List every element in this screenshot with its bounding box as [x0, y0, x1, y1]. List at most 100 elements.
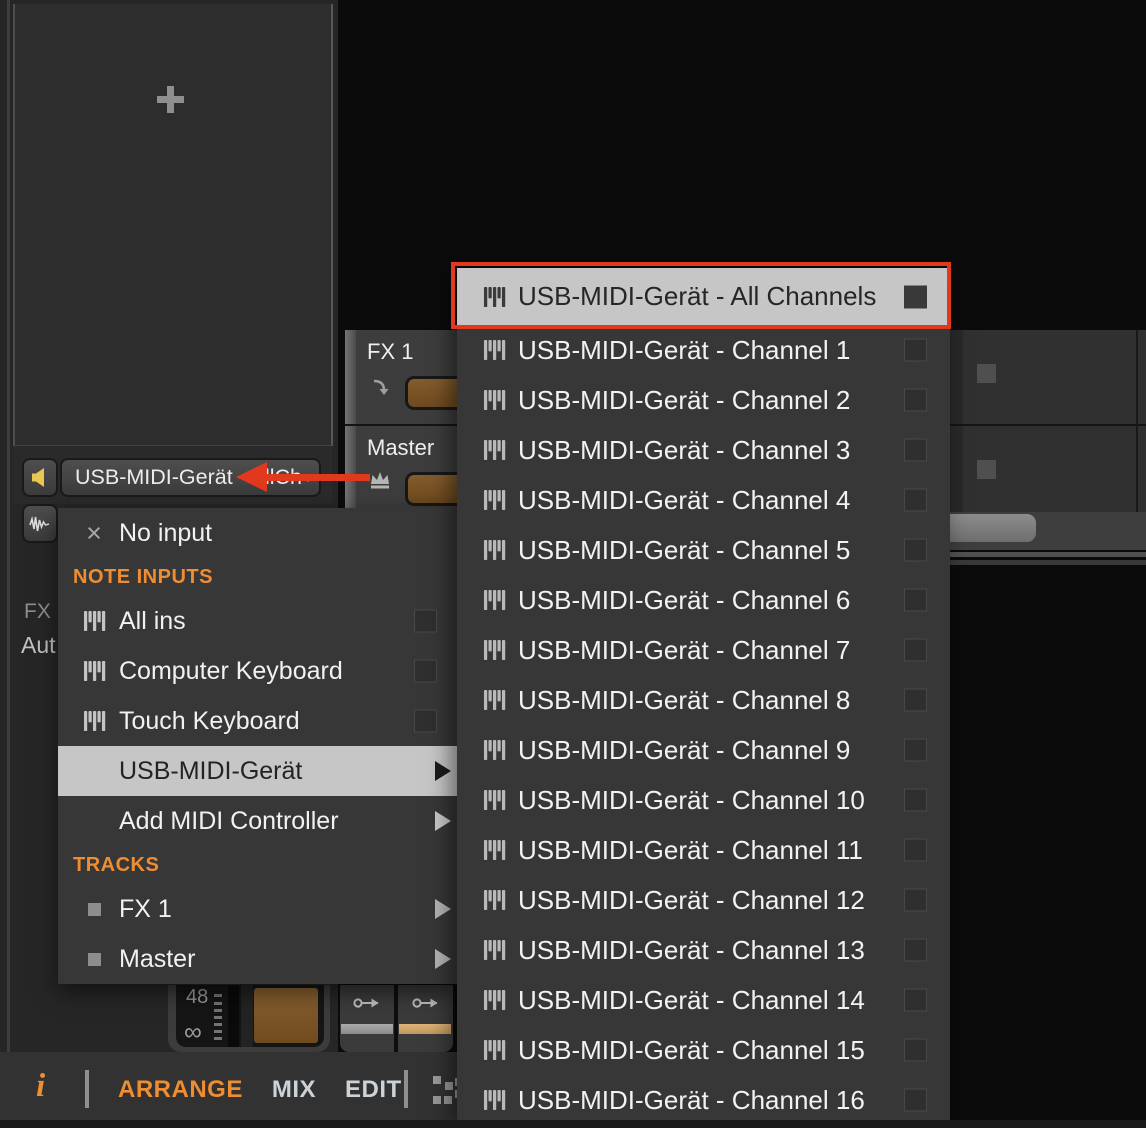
clip-slot[interactable] [977, 364, 996, 383]
fader-scale-bottom-value: ∞ [184, 1018, 202, 1047]
channel-checkbox[interactable] [904, 989, 927, 1012]
submenu-item[interactable]: USB-MIDI-Gerät - Channel 16 [457, 1075, 950, 1122]
fader-tick [214, 1016, 222, 1019]
channel-checkbox[interactable] [904, 789, 927, 812]
submenu-item[interactable]: USB-MIDI-Gerät - Channel 10 [457, 775, 950, 825]
submenu-item[interactable]: USB-MIDI-Gerät - Channel 2 [457, 375, 950, 425]
fader-scale-top-value: 48 [186, 986, 208, 1009]
bitwig-window: USB-MIDI-Gerät - AllCh FX 1 Aut FX 1 [0, 0, 1146, 1128]
annotation-arrow [258, 474, 370, 481]
menu-item-label: USB-MIDI-Gerät [119, 757, 302, 786]
fader-tick [214, 1023, 222, 1026]
submenu-arrow-icon [435, 761, 451, 781]
menu-item[interactable]: Computer Keyboard [58, 646, 457, 696]
routing-panel-a[interactable] [340, 985, 394, 1052]
clip-slot[interactable] [977, 460, 996, 479]
channel-checkbox[interactable] [904, 739, 927, 762]
menu-item-checkbox[interactable] [414, 610, 437, 633]
device-panel-empty[interactable] [13, 4, 333, 446]
submenu-item-label: USB-MIDI-Gerät - Channel 15 [518, 1035, 865, 1066]
lane-divider [1136, 330, 1138, 424]
channel-checkbox[interactable] [904, 889, 927, 912]
piano-icon [483, 389, 506, 411]
channel-checkbox[interactable] [904, 339, 927, 362]
menu-item[interactable]: ×No input [58, 508, 457, 558]
speaker-icon [32, 468, 48, 487]
piano-icon [483, 939, 506, 961]
routing-panel-b[interactable] [398, 985, 453, 1052]
audio-output-button[interactable] [22, 458, 58, 497]
submenu-item[interactable]: USB-MIDI-Gerät - Channel 13 [457, 925, 950, 975]
channel-checkbox[interactable] [904, 689, 927, 712]
submenu-item-label: USB-MIDI-Gerät - Channel 14 [518, 985, 865, 1016]
submenu-item[interactable]: USB-MIDI-Gerät - Channel 15 [457, 1025, 950, 1075]
no-input-x-icon: × [82, 521, 106, 545]
menu-section-label: TRACKS [73, 854, 159, 877]
waveform-icon [29, 514, 51, 534]
submenu-item[interactable]: USB-MIDI-Gerät - Channel 3 [457, 425, 950, 475]
submenu-item[interactable]: USB-MIDI-Gerät - Channel 14 [457, 975, 950, 1025]
channel-checkbox[interactable] [904, 489, 927, 512]
piano-icon [483, 839, 506, 861]
piano-icon [482, 588, 506, 612]
tab-arrange[interactable]: ARRANGE [118, 1076, 243, 1104]
menu-item-label: FX 1 [119, 895, 172, 924]
submenu-item[interactable]: USB-MIDI-Gerät - Channel 1 [457, 325, 950, 375]
menu-section-header: NOTE INPUTS [58, 558, 457, 596]
submenu-item[interactable]: USB-MIDI-Gerät - Channel 7 [457, 625, 950, 675]
menu-item-label: Touch Keyboard [119, 707, 300, 736]
piano-icon [483, 489, 506, 511]
submenu-item[interactable]: USB-MIDI-Gerät - Channel 4 [457, 475, 950, 525]
submenu-item-label: USB-MIDI-Gerät - Channel 4 [518, 485, 850, 516]
piano-icon [483, 1039, 506, 1061]
submenu-item[interactable]: USB-MIDI-Gerät - Channel 5 [457, 525, 950, 575]
menu-item[interactable]: Master [58, 934, 457, 984]
submenu-item[interactable]: USB-MIDI-Gerät - Channel 12 [457, 875, 950, 925]
tab-edit[interactable]: EDIT [345, 1076, 402, 1104]
menu-item-checkbox[interactable] [414, 660, 437, 683]
device-panel-partial-label: Aut [21, 632, 56, 659]
menu-item[interactable]: Add MIDI Controller [58, 796, 457, 846]
submenu-item[interactable]: USB-MIDI-Gerät - Channel 8 [457, 675, 950, 725]
submenu-item[interactable]: USB-MIDI-Gerät - Channel 6 [457, 575, 950, 625]
window-bottom-edge [0, 1120, 1146, 1128]
channel-checkbox[interactable] [904, 1089, 927, 1112]
piano-icon [83, 610, 106, 632]
piano-icon [483, 889, 506, 911]
submenu-item[interactable]: USB-MIDI-Gerät - Channel 9 [457, 725, 950, 775]
panel-edge-divider [7, 0, 10, 1052]
piano-icon [482, 538, 506, 562]
menu-item-label: Master [119, 945, 195, 974]
channel-checkbox[interactable] [904, 539, 927, 562]
channel-checkbox[interactable] [904, 389, 927, 412]
audio-input-button[interactable] [22, 504, 58, 543]
piano-icon [82, 709, 106, 733]
piano-icon [482, 788, 506, 812]
meter-strip [241, 985, 253, 1047]
channel-checkbox[interactable] [904, 439, 927, 462]
channel-checkbox[interactable] [904, 1039, 927, 1062]
routing-meter-bar [341, 1024, 393, 1034]
piano-icon [483, 989, 506, 1011]
menu-item[interactable]: USB-MIDI-Gerät [58, 746, 457, 796]
menu-item[interactable]: Touch Keyboard [58, 696, 457, 746]
menu-item-label: Add MIDI Controller [119, 807, 339, 836]
annotation-highlight-box [451, 262, 951, 329]
info-button[interactable]: i [36, 1068, 45, 1105]
menu-item[interactable]: All ins [58, 596, 457, 646]
submenu-item-label: USB-MIDI-Gerät - Channel 13 [518, 935, 865, 966]
piano-icon [482, 938, 506, 962]
volume-fader-handle[interactable] [254, 988, 318, 1043]
fader-tick [214, 1037, 222, 1040]
menu-item-checkbox[interactable] [414, 710, 437, 733]
channel-checkbox[interactable] [904, 939, 927, 962]
piano-icon [482, 988, 506, 1012]
menu-item[interactable]: FX 1 [58, 884, 457, 934]
channel-checkbox[interactable] [904, 639, 927, 662]
channel-checkbox[interactable] [904, 839, 927, 862]
channel-checkbox[interactable] [904, 589, 927, 612]
piano-icon [482, 338, 506, 362]
tab-mix[interactable]: MIX [272, 1076, 316, 1104]
submenu-item[interactable]: USB-MIDI-Gerät - Channel 11 [457, 825, 950, 875]
add-device-icon[interactable] [167, 86, 174, 113]
